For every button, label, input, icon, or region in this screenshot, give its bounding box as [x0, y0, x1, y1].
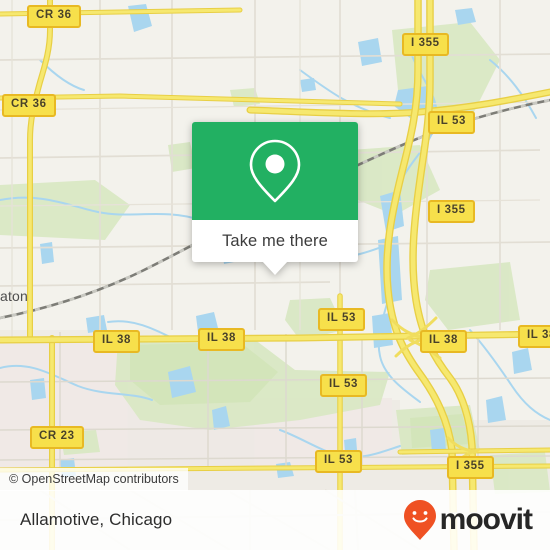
- moovit-wordmark: moovit: [439, 503, 533, 536]
- road-shield[interactable]: IL 53: [320, 374, 367, 397]
- moovit-pin-icon: [403, 500, 436, 540]
- road-shield[interactable]: IL 53: [428, 111, 475, 134]
- take-me-there-label: Take me there: [222, 231, 328, 250]
- map-attribution[interactable]: © OpenStreetMap contributors: [0, 468, 188, 491]
- road-shield[interactable]: CR 36: [27, 5, 81, 28]
- road-shield[interactable]: IL 38: [518, 325, 550, 348]
- place-label: eaton: [0, 288, 29, 304]
- road-shield[interactable]: IL 38: [93, 330, 140, 353]
- road-shield[interactable]: I 355: [402, 33, 449, 56]
- callout-action[interactable]: Take me there: [192, 220, 358, 275]
- road-shield[interactable]: CR 36: [2, 94, 56, 117]
- road-shield[interactable]: CR 23: [30, 426, 84, 449]
- road-shield[interactable]: I 355: [428, 200, 475, 223]
- callout-tail: [262, 261, 288, 275]
- moovit-map-screen: eaton CR 36 CR 36 I 355 IL 53 I 355 IL 38 IL 38…: [0, 0, 550, 550]
- road-shield[interactable]: IL 53: [315, 450, 362, 473]
- road-shield[interactable]: IL 38: [420, 330, 467, 353]
- location-pin-icon: [249, 139, 301, 203]
- road-shield[interactable]: IL 53: [318, 308, 365, 331]
- location-title: Allamotive, Chicago: [20, 510, 173, 529]
- footer-bar: Allamotive, Chicago moovit: [0, 490, 550, 550]
- road-shield[interactable]: I 355: [447, 456, 494, 479]
- map-callout[interactable]: Take me there: [192, 122, 358, 275]
- moovit-logo[interactable]: moovit: [403, 499, 533, 541]
- road-shield[interactable]: IL 38: [198, 328, 245, 351]
- callout-icon-area: [192, 122, 358, 220]
